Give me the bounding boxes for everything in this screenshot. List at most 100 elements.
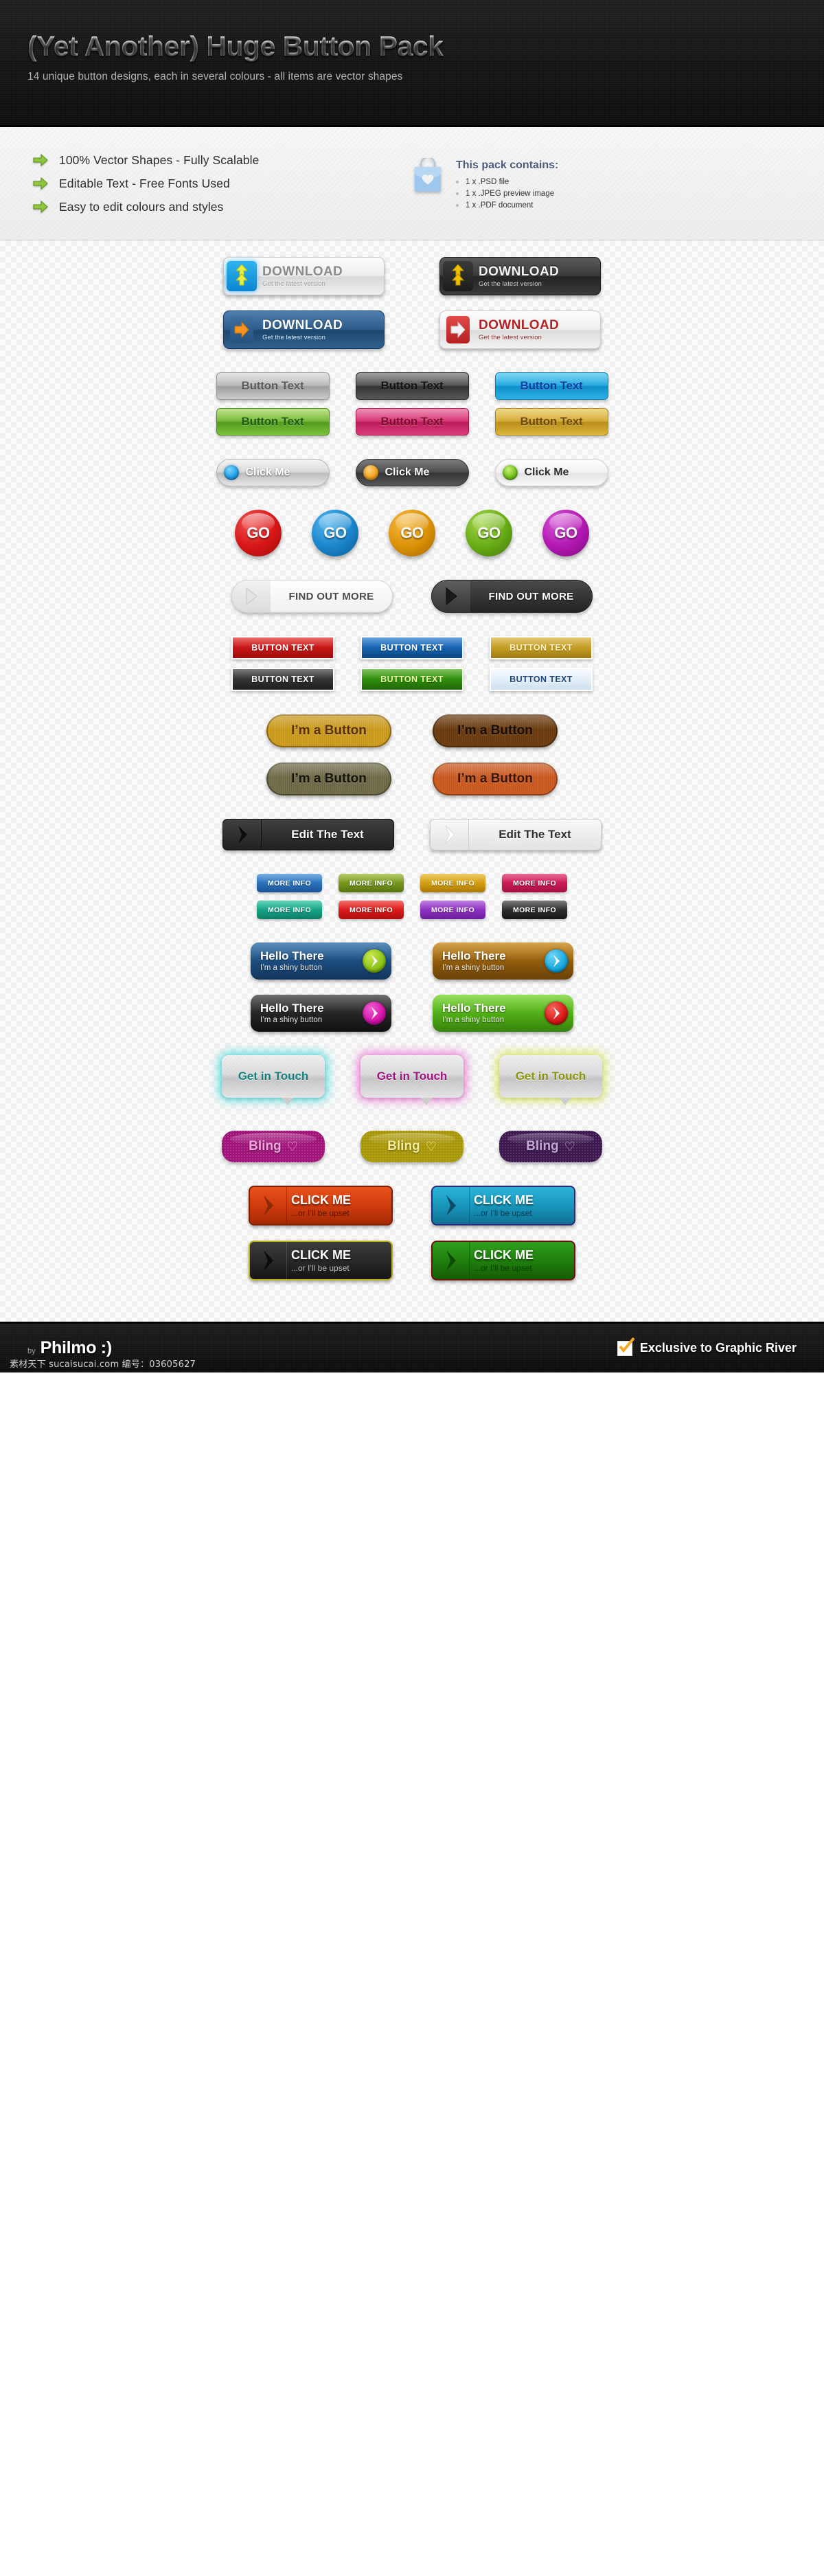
play-triangle-icon: [232, 580, 271, 612]
hello-there-text: Hello There I’m a shiny button: [442, 1002, 545, 1024]
hello-there-title: Hello There: [260, 949, 324, 963]
more-info-button-blue[interactable]: MORE INFO: [257, 874, 322, 892]
button-text-charcoal[interactable]: Button Text: [355, 372, 469, 400]
click-me-button-dark[interactable]: Click Me: [355, 459, 469, 486]
button-label: MORE INFO: [267, 879, 312, 888]
button-text-flat-ice[interactable]: BUTTON TEXT: [490, 668, 593, 691]
edit-the-text-button-light[interactable]: Edit The Text: [430, 819, 602, 850]
find-out-more-button-dark[interactable]: FIND OUT MORE: [431, 580, 593, 613]
hello-there-button-brown[interactable]: Hello There I’m a shiny button: [433, 942, 573, 980]
speech-tail-icon: [559, 1098, 571, 1105]
click-me-button-silver[interactable]: Click Me: [216, 459, 330, 486]
more-info-button-black[interactable]: MORE INFO: [502, 901, 567, 919]
button-label: I’m a Button: [291, 723, 367, 738]
bling-button-magenta[interactable]: Bling ♡: [222, 1131, 325, 1162]
feature-label: Easy to edit colours and styles: [59, 199, 224, 214]
pack-item-label: 1 x .PDF document: [466, 201, 534, 210]
feature-label: 100% Vector Shapes - Fully Scalable: [59, 152, 260, 167]
watermark-text: 素材天下 sucaisucai.com 编号：03605627: [10, 1359, 196, 1370]
click-me-big-button-green[interactable]: CLICK ME ...or I’ll be upset: [431, 1241, 575, 1280]
edit-the-text-button-dark[interactable]: Edit The Text: [222, 819, 394, 850]
button-label: Click Me: [385, 466, 430, 478]
exclusive-label: Exclusive to Graphic River: [639, 1341, 797, 1355]
button-text-flat-gold[interactable]: BUTTON TEXT: [490, 636, 593, 659]
bullet-icon: [456, 204, 459, 207]
chevron-right-icon: [433, 1242, 470, 1279]
button-label: Button Text: [241, 415, 304, 428]
arrow-right-icon: [33, 201, 48, 213]
more-info-button-gold[interactable]: MORE INFO: [420, 874, 485, 892]
go-button-orange[interactable]: GO: [389, 510, 435, 556]
page-root: (Yet Another) Huge Button Pack 14 unique…: [0, 0, 824, 1372]
download-text: DOWNLOAD Get the latest version: [476, 319, 600, 341]
button-text-gold[interactable]: Button Text: [494, 408, 608, 436]
hello-there-button-green[interactable]: Hello There I’m a shiny button: [433, 995, 573, 1032]
hello-there-button-blue[interactable]: Hello There I’m a shiny button: [251, 942, 391, 980]
arrow-right-icon: [33, 154, 48, 166]
bling-button-purple[interactable]: Bling ♡: [499, 1131, 602, 1162]
hello-there-title: Hello There: [442, 949, 506, 963]
feature-item: 100% Vector Shapes - Fully Scalable: [33, 153, 385, 168]
button-text-pink[interactable]: Button Text: [355, 408, 469, 436]
download-button-red[interactable]: DOWNLOAD Get the latest version: [439, 310, 601, 349]
chevron-right-icon: [250, 1242, 287, 1279]
more-info-button-olive[interactable]: MORE INFO: [339, 874, 404, 892]
page-header: (Yet Another) Huge Button Pack 14 unique…: [0, 0, 824, 127]
click-me-button-white[interactable]: Click Me: [494, 459, 608, 486]
click-me-big-button-black[interactable]: CLICK ME ...or I’ll be upset: [249, 1241, 393, 1280]
button-text-flat-green[interactable]: BUTTON TEXT: [360, 668, 464, 691]
pack-body: This pack contains: 1 x .PSD file 1 x .J…: [456, 158, 558, 213]
exclusive-badge: Exclusive to Graphic River: [617, 1337, 797, 1356]
im-a-button-gold[interactable]: I’m a Button: [266, 714, 391, 747]
click-me-title: CLICK ME: [474, 1193, 534, 1207]
go-button-blue[interactable]: GO: [312, 510, 358, 556]
download-button-blue[interactable]: DOWNLOAD Get the latest version: [223, 310, 385, 349]
more-info-row-2: MORE INFO MORE INFO MORE INFO MORE INFO: [0, 901, 824, 919]
hello-there-text: Hello There I’m a shiny button: [260, 950, 363, 972]
bling-button-gold[interactable]: Bling ♡: [360, 1131, 464, 1162]
more-info-button-purple[interactable]: MORE INFO: [420, 901, 485, 919]
status-led-icon: [502, 465, 518, 480]
chevron-circle-icon: [545, 1002, 568, 1025]
page-footer: by Philmo :) Exclusive to Graphic River …: [0, 1322, 824, 1372]
im-a-button-orange[interactable]: I’m a Button: [433, 762, 558, 795]
bling-row: Bling ♡ Bling ♡ Bling ♡: [0, 1131, 824, 1162]
find-out-more-button-light[interactable]: FIND OUT MORE: [231, 580, 393, 613]
button-text-cyan[interactable]: Button Text: [494, 372, 608, 400]
button-text-flat-blue[interactable]: BUTTON TEXT: [360, 636, 464, 659]
button-text-green[interactable]: Button Text: [216, 408, 330, 436]
status-led-icon: [223, 465, 239, 480]
go-button-green[interactable]: GO: [466, 510, 512, 556]
hello-there-row-2: Hello There I’m a shiny button Hello The…: [0, 995, 824, 1032]
click-me-subtitle: ...or I’ll be upset: [474, 1263, 532, 1273]
more-info-button-pink[interactable]: MORE INFO: [502, 874, 567, 892]
im-a-button-brown[interactable]: I’m a Button: [433, 714, 558, 747]
button-label: I’m a Button: [457, 771, 533, 786]
bullet-icon: [456, 181, 459, 183]
button-label: Button Text: [241, 379, 304, 392]
get-in-touch-button-olive[interactable]: Get in Touch: [499, 1055, 602, 1105]
button-label: Get in Touch: [515, 1070, 586, 1083]
button-text-flat-red[interactable]: BUTTON TEXT: [231, 636, 334, 659]
button-text-silver[interactable]: Button Text: [216, 372, 330, 400]
download-button-dark[interactable]: DOWNLOAD Get the latest version: [439, 257, 601, 295]
im-a-button-olive[interactable]: I’m a Button: [266, 762, 391, 795]
feature-item: Easy to edit colours and styles: [33, 200, 385, 214]
find-out-more-row: FIND OUT MORE FIND OUT MORE: [0, 580, 824, 613]
click-me-big-button-orange[interactable]: CLICK ME ...or I’ll be upset: [249, 1186, 393, 1225]
get-in-touch-button-pink[interactable]: Get in Touch: [360, 1055, 464, 1105]
get-in-touch-button-teal[interactable]: Get in Touch: [222, 1055, 325, 1105]
edit-the-text-row: Edit The Text Edit The Text: [0, 819, 824, 850]
button-text-flat-carbon[interactable]: BUTTON TEXT: [231, 668, 334, 691]
download-row-1: DOWNLOAD Get the latest version DOWNLOAD…: [0, 257, 824, 295]
more-info-button-teal[interactable]: MORE INFO: [257, 901, 322, 919]
click-me-big-button-cyan[interactable]: CLICK ME ...or I’ll be upset: [431, 1186, 575, 1225]
more-info-button-red[interactable]: MORE INFO: [339, 901, 404, 919]
go-button-red[interactable]: GO: [235, 510, 282, 556]
go-button-purple[interactable]: GO: [542, 510, 589, 556]
click-me-big-text: CLICK ME ...or I’ll be upset: [470, 1194, 574, 1218]
download-button-silver[interactable]: DOWNLOAD Get the latest version: [223, 257, 385, 295]
download-title: DOWNLOAD: [479, 317, 560, 332]
button-label: BUTTON TEXT: [380, 675, 444, 684]
hello-there-button-black[interactable]: Hello There I’m a shiny button: [251, 995, 391, 1032]
